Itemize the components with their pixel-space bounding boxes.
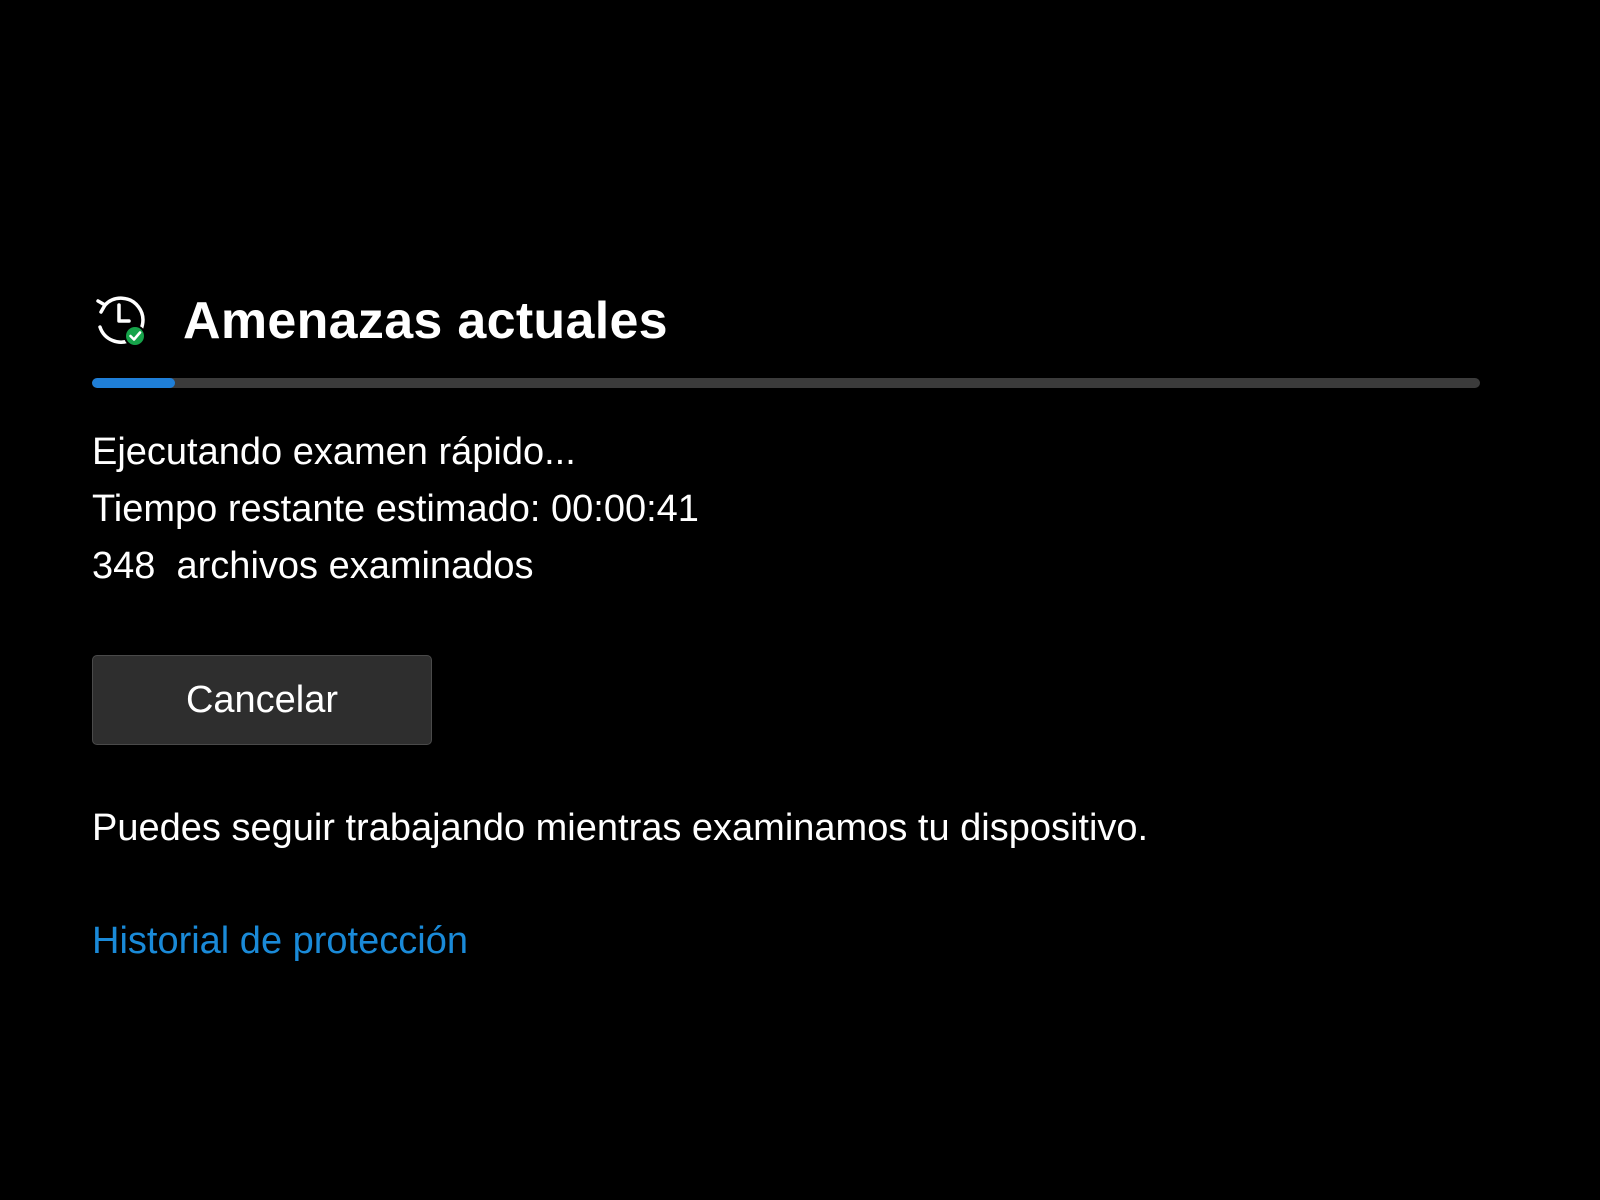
section-title: Amenazas actuales — [183, 292, 668, 350]
protection-history-link[interactable]: Historial de protección — [92, 920, 468, 963]
scan-status-line: Ejecutando examen rápido... — [92, 431, 576, 473]
scan-progress-bar — [92, 378, 1480, 388]
current-threats-section: Amenazas actuales Ejecutando examen rápi… — [92, 286, 1482, 963]
clock-history-check-icon — [96, 296, 146, 347]
scan-status: Ejecutando examen rápido... Tiempo resta… — [92, 424, 1482, 595]
section-header: Amenazas actuales — [92, 286, 1482, 356]
files-scanned-text: 348 archivos examinados — [92, 545, 534, 587]
cancel-button[interactable]: Cancelar — [92, 655, 432, 745]
time-remaining-text: Tiempo restante estimado: 00:00:41 — [92, 488, 699, 530]
info-text: Puedes seguir trabajando mientras examin… — [92, 807, 1149, 849]
scan-progress-fill — [92, 378, 176, 388]
